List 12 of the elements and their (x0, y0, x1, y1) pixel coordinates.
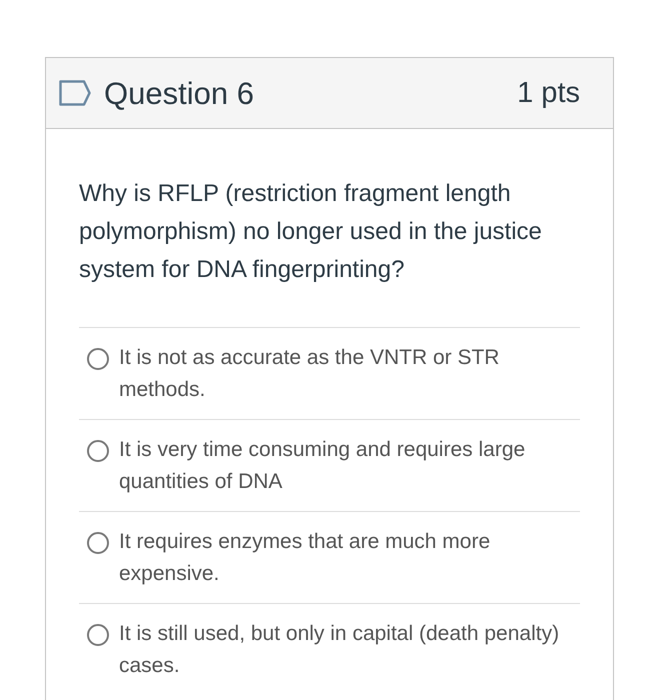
question-title: Question 6 (104, 78, 254, 108)
radio-button[interactable] (87, 624, 109, 646)
radio-button[interactable] (87, 440, 109, 462)
question-text: Why is RFLP (restriction fragment length polymorphism) no longer used in the justice system for DNA fingerprinting? (79, 179, 543, 285)
radio-button[interactable] (87, 348, 109, 370)
answer-text: It is very time consuming and requires large quantities of DNA (119, 437, 526, 495)
answer-text: It is not as accurate as the VNTR or STR methods. (119, 345, 500, 403)
answer-text: It is still used, but only in capital (death penalty) cases. (119, 621, 560, 679)
points-label: 1 pts (517, 78, 580, 108)
radio-button[interactable] (87, 532, 109, 554)
tag-icon[interactable] (59, 80, 91, 106)
answer-text: It requires enzymes that are much more expensive. (119, 529, 492, 587)
